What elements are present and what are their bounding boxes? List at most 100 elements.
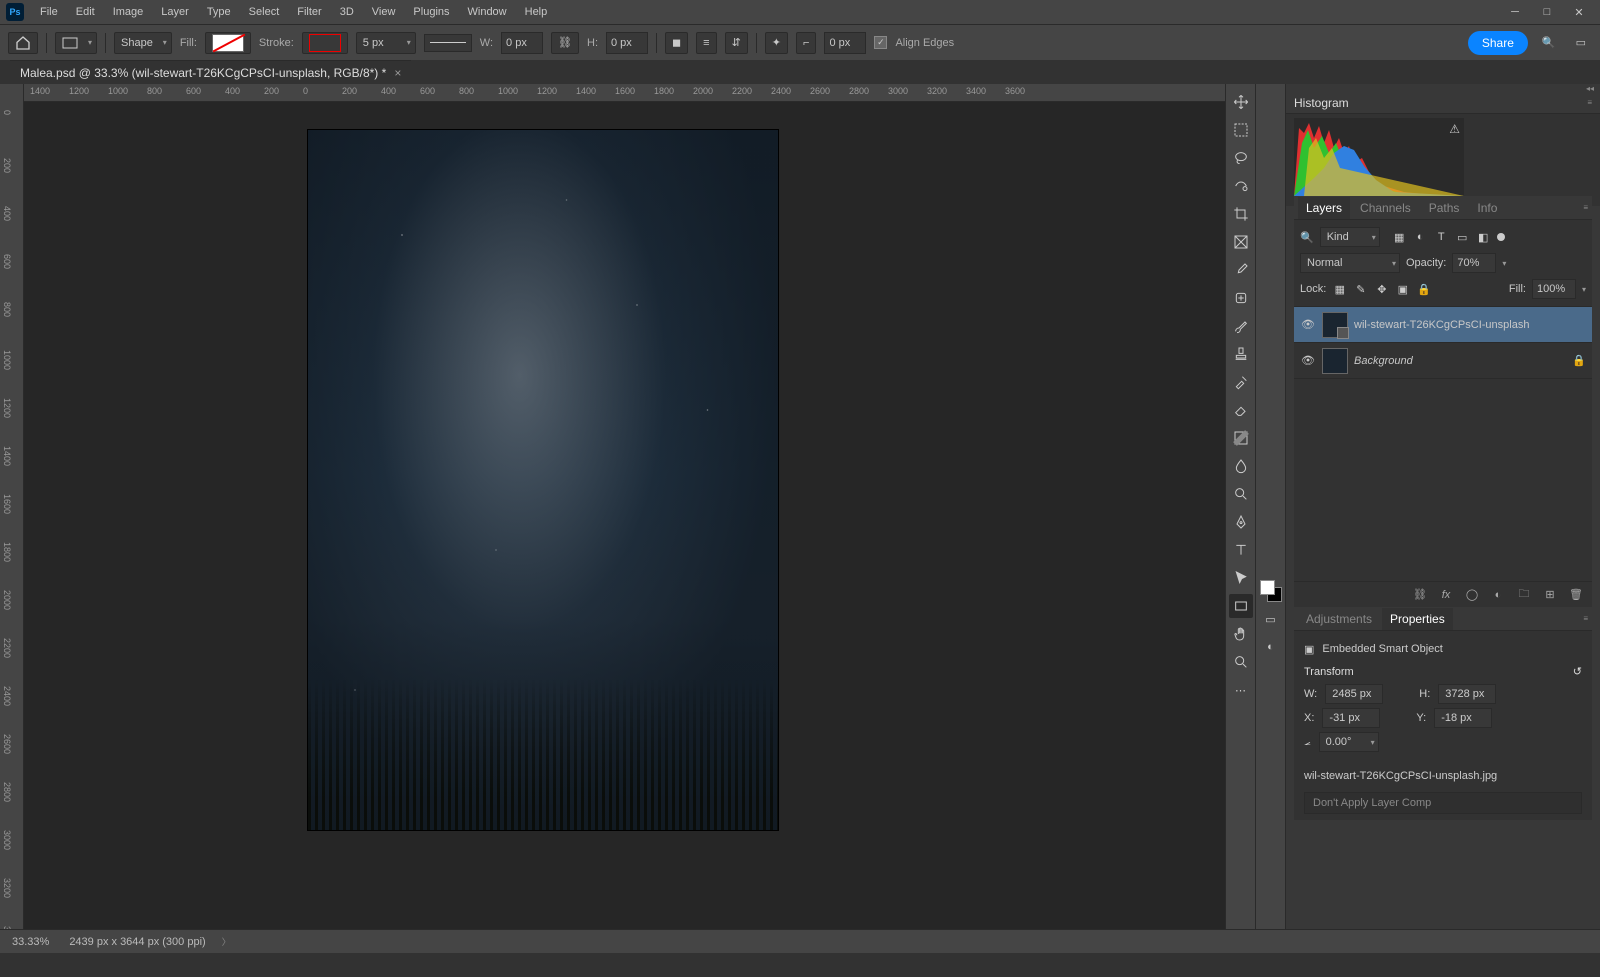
height-field[interactable]: 0 px [606,32,648,54]
props-angle-field[interactable]: 0.00° [1319,732,1379,752]
menu-layer[interactable]: Layer [153,3,197,21]
document-tab-close[interactable]: × [394,66,401,80]
move-tool-icon[interactable] [1229,90,1253,114]
tab-layers[interactable]: Layers [1298,197,1350,219]
menu-3d[interactable]: 3D [332,3,362,21]
menu-select[interactable]: Select [241,3,288,21]
share-button[interactable]: Share [1468,31,1528,55]
layer-visibility-icon[interactable]: 👁 [1300,318,1316,331]
filter-toggle-icon[interactable] [1497,233,1505,241]
tab-properties[interactable]: Properties [1382,608,1453,630]
menu-type[interactable]: Type [199,3,239,21]
stroke-style-dropdown[interactable] [424,34,472,52]
history-brush-tool-icon[interactable] [1229,370,1253,394]
path-ops-button[interactable]: ◼ [665,32,688,54]
fill-swatch[interactable] [205,32,251,54]
hand-tool-icon[interactable] [1229,622,1253,646]
layer-row[interactable]: 👁 wil-stewart-T26KCgCPsCI-unsplash [1294,307,1592,343]
lock-paint-icon[interactable]: ✎ [1353,282,1368,297]
props-h-field[interactable]: 3728 px [1438,684,1496,704]
pen-tool-icon[interactable] [1229,510,1253,534]
delete-layer-icon[interactable]: 🗑 [1568,587,1584,603]
home-button[interactable] [8,32,38,54]
props-x-field[interactable]: -31 px [1322,708,1380,728]
zoom-level[interactable]: 33.33% [8,934,53,950]
blend-mode-dropdown[interactable]: Normal [1300,253,1400,273]
tab-channels[interactable]: Channels [1352,197,1419,219]
properties-panel-menu-icon[interactable]: ≡ [1583,614,1588,623]
filter-pixel-icon[interactable]: ▦ [1392,230,1407,245]
edit-toolbar-icon[interactable]: ⋯ [1229,678,1253,702]
layer-lock-icon[interactable]: 🔒 [1572,354,1586,367]
menu-edit[interactable]: Edit [68,3,103,21]
opacity-field[interactable]: 70% [1452,253,1496,273]
layer-row[interactable]: 👁 Background 🔒 [1294,343,1592,379]
brush-tool-icon[interactable] [1229,314,1253,338]
search-icon[interactable]: 🔍 [1536,32,1562,54]
window-minimize[interactable]: ─ [1500,2,1530,22]
eraser-tool-icon[interactable] [1229,398,1253,422]
crop-tool-icon[interactable] [1229,202,1253,226]
filter-adjust-icon[interactable]: ◐ [1413,230,1428,245]
foreground-background-swatch[interactable] [1259,579,1283,603]
path-arrange-button[interactable]: ⇵ [725,32,748,54]
layer-visibility-icon[interactable]: 👁 [1300,354,1316,367]
dodge-tool-icon[interactable] [1229,482,1253,506]
link-wh-button[interactable]: ⛓ [551,32,579,54]
type-tool-icon[interactable] [1229,538,1253,562]
adjustment-icon[interactable]: ◐ [1490,587,1506,603]
workspace-switcher-icon[interactable]: ▭ [1570,32,1592,54]
tool-preset-dropdown[interactable] [55,32,97,54]
filter-type-icon[interactable]: T [1434,230,1449,245]
shape-settings-button[interactable]: ✦ [765,32,788,54]
tab-info[interactable]: Info [1469,197,1505,219]
new-layer-icon[interactable]: ⊞ [1542,587,1558,603]
lock-pos-icon[interactable]: ✥ [1374,282,1389,297]
layer-thumbnail[interactable] [1322,312,1348,338]
layer-name[interactable]: Background [1354,355,1566,367]
tab-adjustments[interactable]: Adjustments [1298,608,1380,630]
fx-icon[interactable]: fx [1438,587,1454,603]
collapse-dock-icon[interactable]: ◂◂ [1586,84,1594,92]
menu-file[interactable]: File [32,3,66,21]
menu-help[interactable]: Help [517,3,556,21]
lock-trans-icon[interactable]: ▦ [1332,282,1347,297]
stroke-width-dropdown[interactable]: 5 px [356,32,416,54]
marquee-tool-icon[interactable] [1229,118,1253,142]
frame-tool-icon[interactable] [1229,230,1253,254]
lock-all-icon[interactable]: 🔒 [1416,282,1431,297]
reset-transform-icon[interactable]: ↺ [1573,665,1582,678]
layer-comp-dropdown[interactable]: Don't Apply Layer Comp [1304,792,1582,814]
path-select-tool-icon[interactable] [1229,566,1253,590]
rectangle-tool-icon[interactable] [1229,594,1253,618]
stamp-tool-icon[interactable] [1229,342,1253,366]
menu-filter[interactable]: Filter [289,3,329,21]
quick-select-tool-icon[interactable] [1229,174,1253,198]
group-icon[interactable]: 🗀 [1516,587,1532,603]
document-dimensions[interactable]: 2439 px x 3644 px (300 ppi) [65,934,209,950]
screen-mode-icon[interactable]: ▭ [1259,607,1283,631]
document-tab[interactable]: Malea.psd @ 33.3% (wil-stewart-T26KCgCPs… [10,60,411,84]
layer-filter-kind[interactable]: Kind [1320,227,1380,247]
props-y-field[interactable]: -18 px [1434,708,1492,728]
layer-thumbnail[interactable] [1322,348,1348,374]
filter-shape-icon[interactable]: ▭ [1455,230,1470,245]
lasso-tool-icon[interactable] [1229,146,1253,170]
width-field[interactable]: 0 px [501,32,543,54]
menu-window[interactable]: Window [460,3,515,21]
window-maximize[interactable]: □ [1532,2,1562,22]
path-align-button[interactable]: ≡ [696,32,716,54]
histogram-warning-icon[interactable]: ⚠ [1449,122,1460,136]
filter-smart-icon[interactable]: ◧ [1476,230,1491,245]
link-layers-icon[interactable]: ⛓ [1412,587,1428,603]
histogram-header[interactable]: Histogram ≡ [1286,92,1600,114]
window-close[interactable]: ✕ [1564,2,1594,22]
healing-tool-icon[interactable] [1229,286,1253,310]
tab-paths[interactable]: Paths [1421,197,1468,219]
blur-tool-icon[interactable] [1229,454,1253,478]
fill-opacity-field[interactable]: 100% [1532,279,1576,299]
menu-plugins[interactable]: Plugins [405,3,457,21]
shape-mode-dropdown[interactable]: Shape [114,32,172,54]
layer-name[interactable]: wil-stewart-T26KCgCPsCI-unsplash [1354,319,1586,331]
mask-icon[interactable]: ◯ [1464,587,1480,603]
